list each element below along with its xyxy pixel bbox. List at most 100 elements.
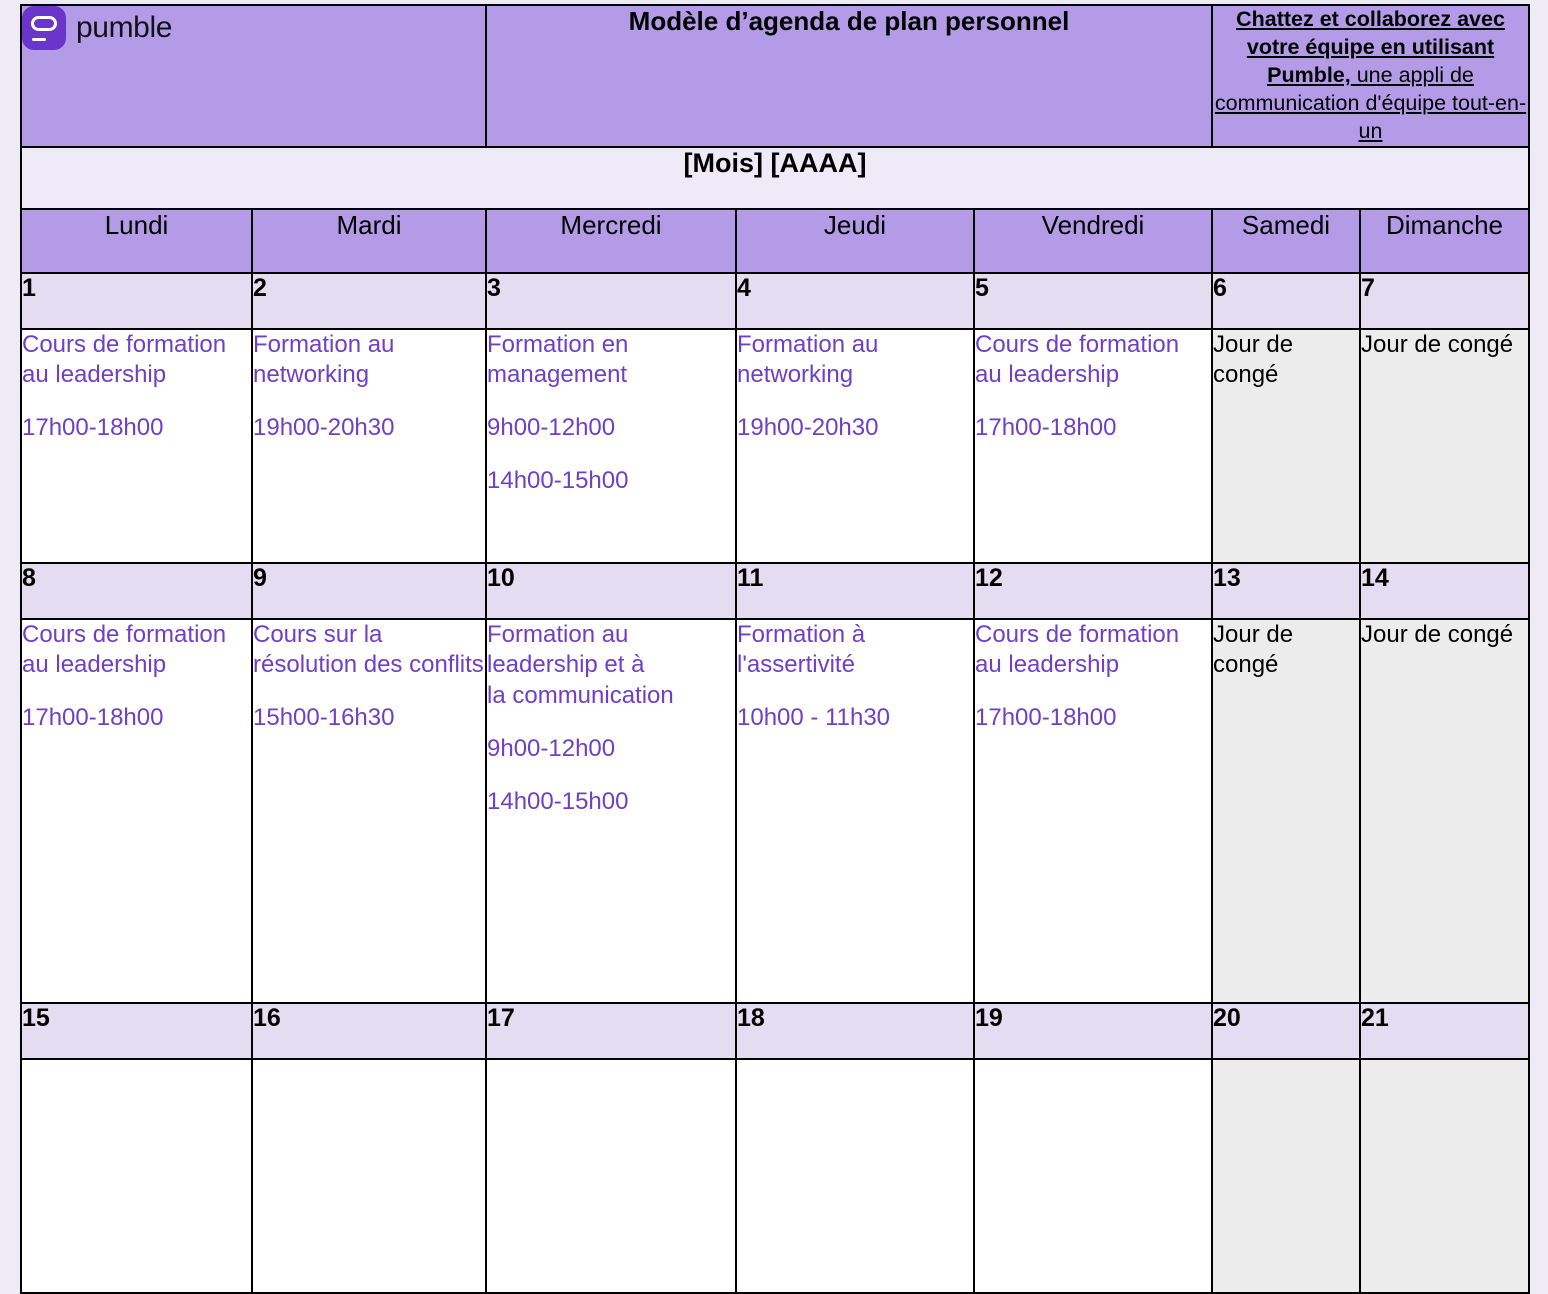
week-1-date-row: 1 2 3 4 5 6 7 bbox=[20, 271, 1531, 330]
date-cell[interactable]: 5 bbox=[973, 271, 1213, 330]
weekday-header-friday: Vendredi bbox=[973, 207, 1213, 274]
date-cell[interactable]: 20 bbox=[1211, 1001, 1361, 1060]
event-title: Formation au networking bbox=[253, 330, 395, 389]
date-cell[interactable]: 7 bbox=[1358, 271, 1531, 330]
event-cell[interactable] bbox=[485, 1057, 737, 1294]
event-cell[interactable]: Cours de formation au leadership 17h00-18… bbox=[20, 327, 253, 564]
speech-bubble-icon bbox=[31, 16, 57, 31]
date-cell[interactable]: 8 bbox=[20, 561, 253, 620]
week-1-event-row: Cours de formation au leadership 17h00-18… bbox=[20, 327, 1531, 564]
event-title: Cours de formation au leadership bbox=[975, 620, 1180, 679]
date-number: 8 bbox=[22, 563, 36, 592]
month-row: [Mois] [AAAA] bbox=[19, 145, 1531, 210]
date-cell[interactable]: 21 bbox=[1358, 1001, 1531, 1060]
week-3-date-row: 15 16 17 18 19 20 21 bbox=[20, 1001, 1531, 1060]
date-number: 1 bbox=[22, 273, 36, 302]
logo-dash-icon bbox=[32, 37, 46, 41]
event-cell[interactable] bbox=[251, 1057, 487, 1294]
date-number: 15 bbox=[22, 1003, 50, 1032]
date-cell[interactable]: 12 bbox=[973, 561, 1213, 620]
promo-brand-link[interactable]: Pumble, bbox=[1267, 63, 1351, 87]
event-time: 15h00-16h30 bbox=[253, 704, 395, 732]
event-cell[interactable]: Cours sur la résolution des conflits 15h0… bbox=[251, 617, 487, 1004]
event-time: 17h00-18h00 bbox=[975, 704, 1117, 732]
event-cell[interactable]: Jour de congé bbox=[1358, 617, 1531, 1004]
event-time: 19h00-20h30 bbox=[253, 414, 395, 442]
week-3-event-row bbox=[20, 1057, 1531, 1294]
date-cell[interactable]: 19 bbox=[973, 1001, 1213, 1060]
event-cell[interactable] bbox=[735, 1057, 975, 1294]
weekday-label: Samedi bbox=[1241, 209, 1331, 240]
date-cell[interactable]: 17 bbox=[485, 1001, 737, 1060]
event-time: 14h00-15h00 bbox=[487, 787, 629, 815]
date-cell[interactable]: 15 bbox=[20, 1001, 253, 1060]
event-cell[interactable] bbox=[1358, 1057, 1531, 1294]
pumble-logo-icon bbox=[22, 6, 66, 50]
date-cell[interactable]: 6 bbox=[1211, 271, 1361, 330]
event-cell[interactable]: Formation en management 9h00-12h00 14h00-1… bbox=[485, 327, 737, 564]
weekday-header-wednesday: Mercredi bbox=[485, 207, 737, 274]
promo-line-2: Pumble, une appli de communication d'équ… bbox=[1213, 62, 1528, 146]
event-time: 14h00-15h00 bbox=[487, 466, 629, 494]
page-title: Modèle d’agenda de plan personnel bbox=[628, 6, 1070, 36]
event-cell[interactable]: Formation à l'assertivité 10h00 - 11h30 bbox=[735, 617, 975, 1004]
date-cell[interactable]: 13 bbox=[1211, 561, 1361, 620]
event-cell[interactable]: Jour de congé bbox=[1211, 327, 1361, 564]
promo-cta-cell[interactable]: Chattez et collaborez avec votre équipe … bbox=[1210, 4, 1531, 148]
event-title: Cours sur la résolution des conflits bbox=[253, 620, 484, 679]
week-2-date-row: 8 9 10 11 12 13 14 bbox=[20, 561, 1531, 620]
event-cell[interactable]: Jour de congé bbox=[1211, 617, 1361, 1004]
date-number: 2 bbox=[253, 273, 267, 302]
event-title: Jour de congé bbox=[1213, 330, 1294, 389]
event-cell[interactable]: Formation au leadership et à la communica… bbox=[485, 617, 737, 1004]
date-number: 7 bbox=[1361, 273, 1375, 302]
date-number: 10 bbox=[487, 563, 515, 592]
weekday-header-monday: Lundi bbox=[20, 207, 253, 274]
date-cell[interactable]: 9 bbox=[251, 561, 487, 620]
weekday-header-tuesday: Mardi bbox=[251, 207, 487, 274]
event-cell[interactable] bbox=[20, 1057, 253, 1294]
date-cell[interactable]: 14 bbox=[1358, 561, 1531, 620]
date-number: 18 bbox=[737, 1003, 765, 1032]
weekday-label: Lundi bbox=[104, 209, 169, 240]
date-cell[interactable]: 3 bbox=[485, 271, 737, 330]
date-cell[interactable]: 4 bbox=[735, 271, 975, 330]
event-time: 17h00-18h00 bbox=[22, 704, 164, 732]
event-time: 9h00-12h00 bbox=[487, 734, 616, 762]
event-cell[interactable]: Formation au networking 19h00-20h30 bbox=[251, 327, 487, 564]
weekday-header-thursday: Jeudi bbox=[735, 207, 975, 274]
date-number: 6 bbox=[1213, 273, 1227, 302]
event-cell[interactable] bbox=[1211, 1057, 1361, 1294]
calendar-page: pumble Modèle d’agenda de plan personnel… bbox=[19, 4, 1531, 1294]
promo-line-1: Chattez et collaborez avec votre équipe … bbox=[1213, 6, 1528, 62]
event-cell[interactable]: Cours de formation au leadership 17h00-18… bbox=[20, 617, 253, 1004]
event-title: Formation au networking bbox=[737, 330, 879, 389]
event-title: Jour de congé bbox=[1361, 330, 1514, 358]
pumble-logo: pumble bbox=[22, 6, 485, 50]
weekday-label: Dimanche bbox=[1385, 209, 1504, 240]
date-number: 3 bbox=[487, 273, 501, 302]
promo-line-2-text: une appli de communication d'équipe tout… bbox=[1214, 62, 1527, 143]
date-cell[interactable]: 2 bbox=[251, 271, 487, 330]
banner-row: pumble Modèle d’agenda de plan personnel… bbox=[20, 4, 1531, 148]
date-cell[interactable]: 16 bbox=[251, 1001, 487, 1060]
weekday-header-sunday: Dimanche bbox=[1358, 207, 1531, 274]
date-number: 19 bbox=[975, 1003, 1003, 1032]
event-cell[interactable]: Formation au networking 19h00-20h30 bbox=[735, 327, 975, 564]
event-time: 17h00-18h00 bbox=[22, 414, 164, 442]
month-year-cell[interactable]: [Mois] [AAAA] bbox=[19, 145, 1531, 210]
date-cell[interactable]: 10 bbox=[485, 561, 737, 620]
event-cell[interactable]: Jour de congé bbox=[1358, 327, 1531, 564]
date-number: 4 bbox=[737, 273, 751, 302]
date-number: 16 bbox=[253, 1003, 281, 1032]
event-cell[interactable] bbox=[973, 1057, 1213, 1294]
event-cell[interactable]: Cours de formation au leadership 17h00-18… bbox=[973, 327, 1213, 564]
weekday-label: Jeudi bbox=[823, 209, 887, 240]
event-cell[interactable]: Cours de formation au leadership 17h00-18… bbox=[973, 617, 1213, 1004]
date-cell[interactable]: 11 bbox=[735, 561, 975, 620]
weekday-header-row: Lundi Mardi Mercredi Jeudi Vendredi Same… bbox=[20, 207, 1531, 274]
date-number: 13 bbox=[1213, 563, 1241, 592]
date-cell[interactable]: 18 bbox=[735, 1001, 975, 1060]
date-cell[interactable]: 1 bbox=[20, 271, 253, 330]
date-number: 17 bbox=[487, 1003, 515, 1032]
